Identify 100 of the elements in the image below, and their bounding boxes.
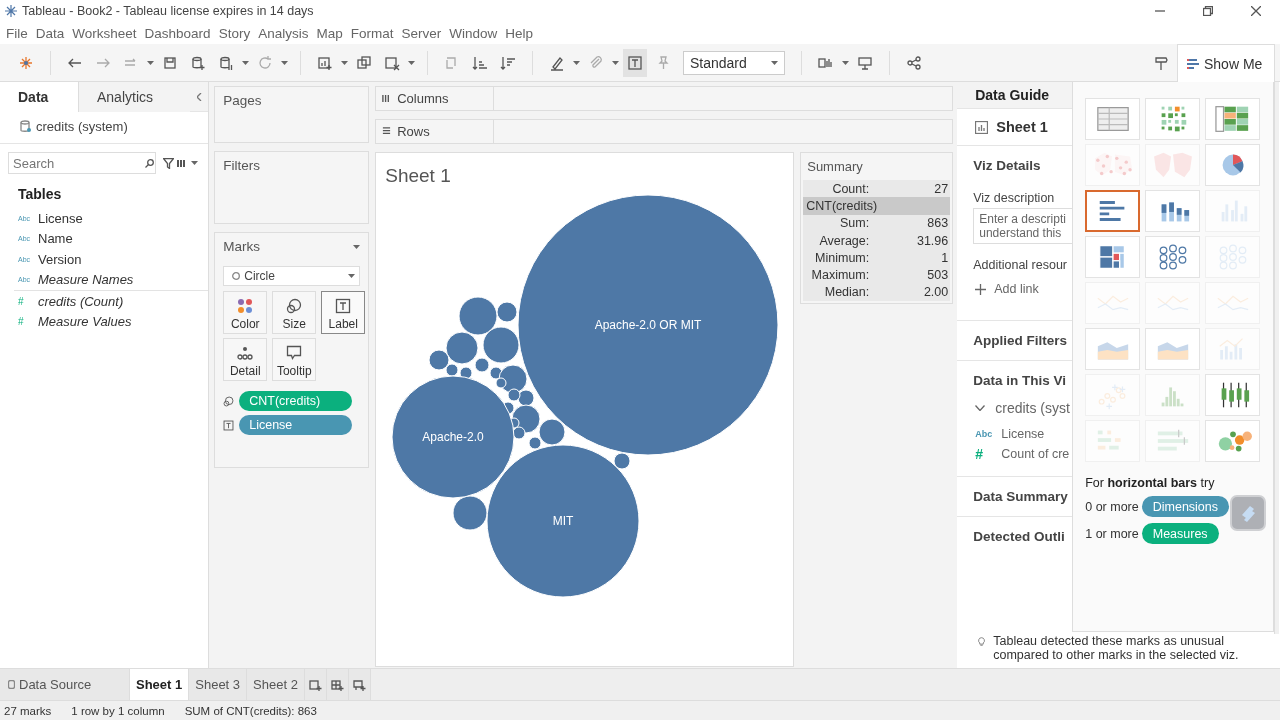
new-worksheet-icon: [308, 678, 322, 691]
text-label-icon: [335, 298, 352, 314]
duplicate-icon: [356, 54, 372, 71]
marks-label-button[interactable]: Label: [321, 291, 366, 334]
add-link[interactable]: Add link: [994, 282, 1039, 296]
columns-icon[interactable]: [177, 158, 188, 168]
restore-icon: [1203, 6, 1213, 16]
pane-tab[interactable]: Analytics: [78, 82, 190, 112]
stat-value: 31.96: [915, 233, 950, 248]
menu-item[interactable]: Worksheet: [68, 25, 141, 41]
save-icon: [162, 54, 178, 71]
size-circles-icon: [223, 395, 235, 407]
field-item: Count of cre: [1001, 447, 1070, 461]
field-label: Additional resour: [972, 258, 1069, 272]
lightbulb-icon: [978, 634, 986, 649]
text-label-icon: [223, 419, 235, 431]
field-item[interactable]: Name: [38, 231, 73, 247]
menu-item[interactable]: Data: [31, 25, 69, 41]
menu-item[interactable]: Analysis: [254, 25, 313, 41]
caret-icon: [842, 60, 849, 65]
view-size-dropdown[interactable]: Standard: [683, 50, 785, 75]
data-guide-tab[interactable]: Data Guide: [957, 82, 1073, 109]
status-text: 27 marks: [4, 704, 52, 717]
new-story-icon: [352, 678, 366, 691]
field-item[interactable]: Version: [38, 251, 82, 267]
stat-label: Average:: [818, 233, 870, 248]
menu-item[interactable]: Format: [346, 25, 398, 41]
card-title: Filters: [223, 158, 261, 173]
mark-type-dropdown[interactable]: Circle: [223, 266, 361, 286]
text-label-icon: [627, 54, 643, 71]
menu-item[interactable]: File: [2, 25, 32, 41]
marks-detail-button[interactable]: Detail: [223, 338, 268, 381]
sort-descending-icon: [500, 54, 516, 71]
dimension-pill: Dimensions: [1141, 496, 1230, 517]
status-text: 1 row by 1 column: [71, 704, 165, 717]
field-item[interactable]: Measure Names: [38, 272, 134, 288]
database-icon: [8, 680, 15, 689]
sheet-tab[interactable]: Sheet 3: [189, 669, 248, 700]
signpost-icon: [1153, 54, 1169, 71]
detail-dots-icon: [237, 345, 254, 361]
field-item[interactable]: Measure Values: [38, 314, 132, 330]
sort-ascending-icon: [472, 54, 488, 71]
rows-icon: [382, 127, 392, 136]
search-field[interactable]: Search: [8, 152, 156, 174]
requirement-text: 0 or more: [1085, 499, 1139, 514]
caret-icon: [242, 60, 249, 65]
text-label-button[interactable]: [623, 48, 647, 77]
data-source-name[interactable]: credits (system): [36, 119, 128, 134]
menu-item[interactable]: Dashboard: [140, 25, 215, 41]
close-icon: [1251, 6, 1261, 16]
caret-icon: [573, 60, 580, 65]
caret-icon: [408, 60, 415, 65]
section-heading: Applied Filters: [972, 333, 1068, 348]
floating-button[interactable]: [1230, 495, 1267, 531]
filter-icon[interactable]: [163, 157, 174, 169]
summary-title: Summary: [806, 158, 864, 176]
caret-icon: [348, 274, 356, 278]
chart-type-button[interactable]: [1085, 190, 1141, 232]
new-dashboard-icon: [330, 678, 344, 691]
field-item[interactable]: License: [38, 210, 83, 226]
stat-label: Minimum:: [814, 250, 870, 265]
card-title: Marks: [223, 239, 260, 254]
share-icon: [906, 54, 922, 71]
measure-pill: Measures: [1141, 523, 1219, 544]
description-text: Tableau detected these marks as unusual compared to other marks in the selected viz.: [993, 634, 1240, 662]
field-item[interactable]: credits (Count): [38, 293, 124, 309]
bubble-label: MIT: [552, 514, 574, 528]
paperclip-icon: [588, 54, 604, 71]
menu-item[interactable]: Server: [397, 25, 446, 41]
chevron-down-icon[interactable]: [975, 405, 986, 411]
menu-item[interactable]: Story: [214, 25, 255, 41]
new-dashboard-button[interactable]: [326, 669, 349, 700]
marks-size-button[interactable]: Size: [272, 291, 317, 334]
marks-color-button[interactable]: Color: [223, 291, 268, 334]
menu-item[interactable]: Help: [501, 25, 537, 41]
presentation-icon: [857, 54, 873, 71]
status-text: SUM of CNT(credits): 863: [184, 704, 317, 717]
data-source-tab[interactable]: Data Source: [0, 669, 130, 700]
caret-icon: [353, 244, 361, 249]
measure-type-icon: #: [18, 295, 38, 307]
stat-value: 27: [933, 181, 950, 196]
collapse-icon[interactable]: [196, 92, 202, 101]
stat-label: Sum:: [839, 216, 870, 231]
caret-icon: [341, 60, 348, 65]
sheet-tab[interactable]: Sheet 1: [130, 669, 190, 700]
tables-heading: Tables: [17, 185, 63, 204]
new-worksheet-button[interactable]: [304, 669, 327, 700]
menu-item[interactable]: Window: [445, 25, 502, 41]
sheet-tab[interactable]: Sheet 2: [247, 669, 305, 700]
shelf-label: Columns: [397, 91, 449, 106]
show-me-tab[interactable]: Show Me: [1177, 44, 1275, 82]
database-icon: [20, 120, 31, 133]
plus-icon: [975, 283, 987, 295]
measure-type-icon: #: [18, 316, 38, 328]
menu-item[interactable]: Map: [312, 25, 347, 41]
bubble-label: Apache-2.0 OR MIT: [594, 318, 702, 332]
bar-chart-icon: [1187, 57, 1199, 70]
columns-icon: [382, 94, 392, 103]
new-story-button[interactable]: [348, 669, 371, 700]
marks-tooltip-button[interactable]: Tooltip: [272, 338, 317, 381]
